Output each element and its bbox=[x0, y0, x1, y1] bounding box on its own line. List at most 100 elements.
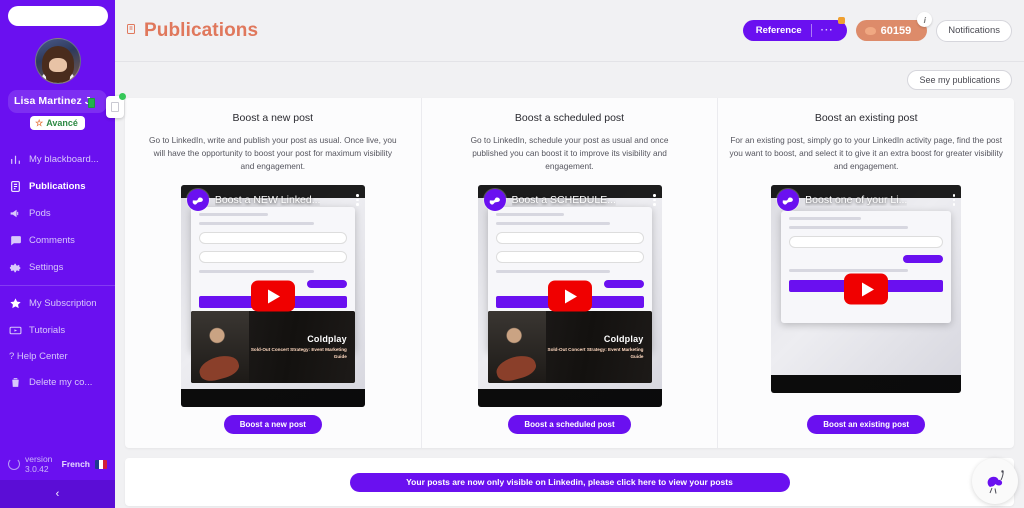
trash-icon bbox=[9, 376, 22, 389]
sidebar-item-help-center[interactable]: ? Help Center bbox=[0, 344, 115, 369]
bottom-panel: Your posts are now only visible on Linke… bbox=[125, 458, 1014, 506]
video-thumbnail[interactable]: Boost one of your Li... bbox=[771, 185, 962, 393]
document-icon bbox=[9, 180, 22, 193]
card-boost-new-post: Boost a new post Go to LinkedIn, write a… bbox=[125, 98, 422, 448]
document-icon bbox=[125, 22, 137, 40]
view-posts-banner[interactable]: Your posts are now only visible on Linke… bbox=[349, 472, 790, 492]
reference-button[interactable]: Reference ··· bbox=[742, 17, 847, 41]
comment-icon bbox=[9, 234, 22, 247]
version-label: version bbox=[25, 454, 53, 464]
sidebar-item-label: Delete my co... bbox=[29, 377, 93, 388]
main-content: Publications Reference ··· 60159 i Notif… bbox=[115, 0, 1024, 508]
boost-new-post-button[interactable]: Boost a new post bbox=[223, 415, 322, 434]
thumb-title: Coldplay bbox=[307, 334, 347, 344]
card-title: Boost an existing post bbox=[814, 112, 918, 124]
sidebar-item-settings[interactable]: Settings bbox=[0, 254, 115, 281]
page-title: Publications bbox=[125, 20, 258, 42]
star-icon: ☆ bbox=[35, 117, 44, 128]
version-number: 3.0.42 bbox=[25, 464, 49, 474]
boost-existing-post-button[interactable]: Boost an existing post bbox=[807, 415, 926, 434]
sidebar-panel-handle[interactable] bbox=[106, 93, 126, 118]
sidebar-nav: My blackboard... Publications Pods Comme… bbox=[0, 146, 115, 396]
sidebar-collapse-button[interactable]: ‹ bbox=[0, 480, 115, 508]
card-boost-existing-post: Boost an existing post For an existing p… bbox=[718, 98, 1014, 448]
info-icon[interactable]: i bbox=[917, 12, 933, 27]
boost-scheduled-post-button[interactable]: Boost a scheduled post bbox=[508, 415, 631, 434]
thumb-subtitle: Sold-Out Concert Strategy: Event Marketi… bbox=[547, 347, 644, 359]
language-label: French bbox=[61, 459, 90, 469]
sidebar-item-label: Tutorials bbox=[29, 325, 66, 336]
coin-icon bbox=[864, 26, 876, 35]
sidebar-item-label: My Subscription bbox=[29, 298, 97, 309]
card-title: Boost a new post bbox=[232, 112, 314, 124]
musician-photo bbox=[190, 311, 249, 383]
online-status-dot bbox=[119, 93, 126, 100]
notifications-button[interactable]: Notifications bbox=[936, 19, 1012, 42]
ostrich-icon bbox=[987, 470, 1004, 494]
sidebar-item-label: Publications bbox=[29, 181, 86, 192]
star-icon bbox=[9, 297, 22, 310]
video-screenshot-sheet bbox=[781, 211, 952, 323]
video-inner-thumbnail: Coldplay Sold-Out Concert Strategy: Even… bbox=[190, 311, 355, 383]
language-selector[interactable]: French bbox=[62, 459, 107, 469]
gear-icon bbox=[9, 261, 22, 274]
sidebar-item-comments[interactable]: Comments bbox=[0, 227, 115, 254]
sub-toolbar: See my publications bbox=[115, 62, 1024, 98]
app-logo[interactable] bbox=[7, 6, 108, 26]
avatar-wrapper bbox=[0, 38, 115, 84]
rank-label: Avancé bbox=[46, 118, 78, 128]
view-posts-banner-label: Your posts are now only visible on Linke… bbox=[406, 477, 733, 487]
version-row: version 3.0.42 French bbox=[8, 454, 107, 474]
card-boost-scheduled-post: Boost a scheduled post Go to LinkedIn, s… bbox=[422, 98, 719, 448]
avatar[interactable] bbox=[34, 38, 81, 84]
reference-badge bbox=[837, 17, 845, 24]
sidebar-item-my-blackboard[interactable]: My blackboard... bbox=[0, 146, 115, 173]
video-thumbnail[interactable]: Coldplay Sold-Out Concert Strategy: Even… bbox=[477, 185, 662, 407]
video-thumbnail[interactable]: Coldplay Sold-Out Concert Strategy: Even… bbox=[180, 185, 365, 407]
play-button-icon[interactable] bbox=[844, 273, 889, 305]
play-button-icon[interactable] bbox=[547, 280, 592, 312]
video-title: Boost a NEW Linked... bbox=[214, 194, 321, 206]
see-my-publications-button[interactable]: See my publications bbox=[907, 70, 1012, 90]
page-title-text: Publications bbox=[144, 19, 259, 41]
chart-bar-icon bbox=[9, 153, 22, 166]
video-more-icon[interactable] bbox=[356, 192, 359, 208]
sidebar: Lisa Martinez J. ☆ Avancé My blackboard.… bbox=[0, 0, 126, 508]
credits-value: 60159 bbox=[880, 24, 912, 37]
thumb-subtitle: Sold-Out Concert Strategy: Event Marketi… bbox=[250, 347, 347, 359]
chat-mascot-button[interactable] bbox=[972, 458, 1018, 504]
sidebar-item-pods[interactable]: Pods bbox=[0, 200, 115, 227]
topbar: Publications Reference ··· 60159 i Notif… bbox=[115, 0, 1024, 62]
user-name-chip[interactable]: Lisa Martinez J. bbox=[8, 90, 107, 113]
sidebar-item-delete-account[interactable]: Delete my co... bbox=[0, 369, 115, 396]
card-title: Boost a scheduled post bbox=[514, 112, 625, 124]
card-description: Go to LinkedIn, schedule your post as us… bbox=[470, 135, 669, 171]
sidebar-item-tutorials[interactable]: Tutorials bbox=[0, 317, 115, 344]
top-actions: Reference ··· 60159 i Notifications bbox=[742, 12, 1012, 42]
video-more-icon[interactable] bbox=[653, 192, 656, 208]
play-button-icon[interactable] bbox=[250, 280, 295, 312]
cards-panel: Boost a new post Go to LinkedIn, write a… bbox=[125, 98, 1014, 448]
sidebar-item-my-subscription[interactable]: My Subscription bbox=[0, 290, 115, 317]
sidebar-item-label: ? Help Center bbox=[9, 351, 68, 362]
chevron-left-icon: ‹ bbox=[55, 488, 60, 500]
musician-photo bbox=[487, 311, 546, 383]
sidebar-item-publications[interactable]: Publications bbox=[0, 173, 115, 200]
credits-badge[interactable]: 60159 i bbox=[855, 12, 933, 41]
refresh-icon[interactable] bbox=[8, 458, 20, 470]
notifications-label: Notifications bbox=[948, 25, 1000, 36]
sidebar-item-label: Comments bbox=[29, 235, 75, 246]
sidebar-footer: version 3.0.42 French bbox=[0, 454, 115, 480]
reference-label: Reference bbox=[755, 25, 802, 36]
video-icon bbox=[9, 324, 22, 337]
reference-more-icon[interactable]: ··· bbox=[812, 25, 843, 36]
video-header: Boost a NEW Linked... bbox=[181, 185, 365, 215]
bird-avatar-icon bbox=[186, 189, 209, 211]
video-inner-thumbnail: Coldplay Sold-Out Concert Strategy: Even… bbox=[487, 311, 652, 383]
bird-avatar-icon bbox=[777, 189, 800, 211]
video-more-icon[interactable] bbox=[952, 192, 956, 208]
video-header: Boost one of your Li... bbox=[771, 185, 961, 215]
level-icon bbox=[88, 98, 95, 108]
rank-badge: ☆ Avancé bbox=[30, 116, 85, 130]
french-flag-icon bbox=[95, 459, 107, 469]
